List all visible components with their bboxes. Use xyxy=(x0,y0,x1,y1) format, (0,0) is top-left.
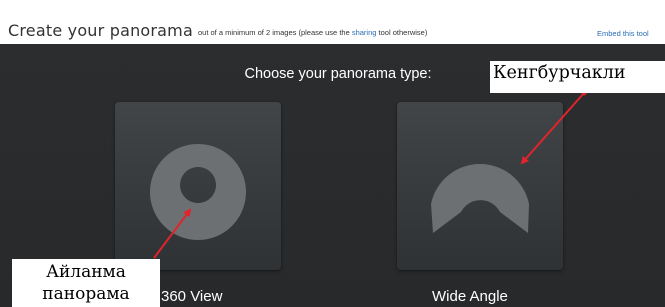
callout-wide-angle: Кенгбурчакли xyxy=(490,61,665,93)
callout-line-2: панорама xyxy=(42,284,130,304)
callout-360-view: Айланма панорама xyxy=(12,259,160,307)
callout-line-1: Айланма xyxy=(46,262,126,282)
arrow-to-360-view xyxy=(153,208,192,259)
arrow-to-wide-angle xyxy=(520,92,585,165)
